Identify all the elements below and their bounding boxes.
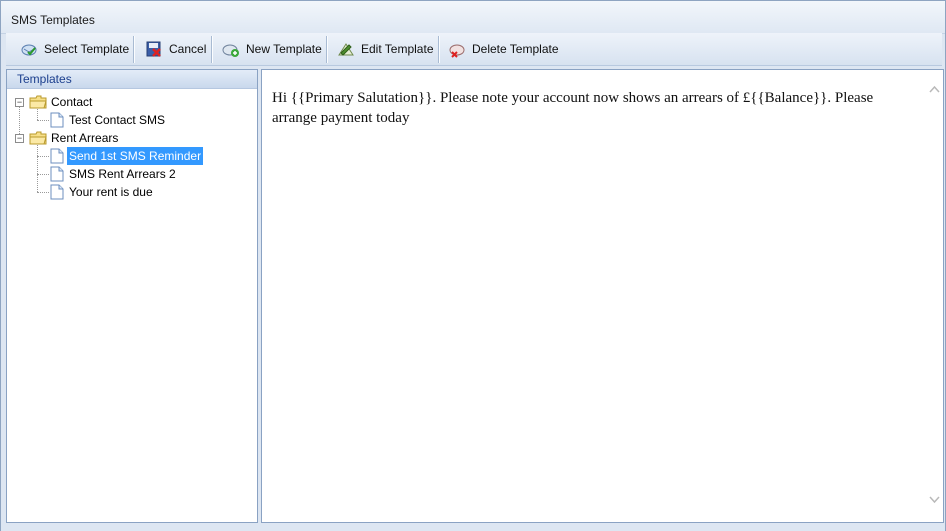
folder-label: Rent Arrears	[51, 131, 119, 145]
window-title: SMS Templates	[11, 13, 95, 27]
select-template-label: Select Template	[44, 42, 130, 56]
toolbar: Select Template Cancel New Template Edit…	[6, 33, 942, 66]
toolbar-separator	[438, 36, 440, 63]
template-label: SMS Rent Arrears 2	[69, 167, 176, 181]
tree-connector	[37, 174, 49, 175]
rent-arrears-expander[interactable]: −	[15, 134, 24, 143]
template-label: Test Contact SMS	[69, 113, 166, 127]
delete-template-label: Delete Template	[472, 42, 559, 56]
template-label-selected: Send 1st SMS Reminder	[67, 147, 204, 165]
scroll-up-arrow-icon[interactable]	[929, 84, 940, 95]
template-preview-panel[interactable]: Hi {{Primary Salutation}}. Please note y…	[261, 69, 944, 523]
edit-template-label: Edit Template	[361, 42, 434, 56]
document-icon	[50, 166, 64, 182]
tree-item-sms-rent-arrears-2[interactable]: SMS Rent Arrears 2	[50, 165, 178, 183]
tree-item-send-1st-sms-reminder[interactable]: Send 1st SMS Reminder	[50, 147, 204, 165]
document-icon	[50, 112, 64, 128]
folder-icon	[29, 131, 47, 145]
templates-header: Templates	[7, 70, 257, 89]
edit-template-button[interactable]: Edit Template	[337, 37, 434, 61]
toolbar-separator	[326, 36, 328, 63]
tree-folder-contact[interactable]: Contact	[29, 93, 94, 111]
cancel-label: Cancel	[169, 42, 207, 56]
select-template-icon	[21, 44, 37, 56]
title-bar: SMS Templates	[1, 1, 945, 34]
toolbar-separator	[133, 36, 135, 63]
folder-icon	[29, 95, 47, 109]
tree-connector	[37, 120, 49, 121]
template-label: Your rent is due	[69, 185, 153, 199]
contact-expander[interactable]: −	[15, 98, 24, 107]
select-template-button[interactable]: Select Template	[20, 37, 129, 61]
cancel-button[interactable]: Cancel	[145, 37, 206, 61]
sms-templates-window: SMS Templates Select Template Cancel New…	[0, 0, 946, 531]
folder-label: Contact	[51, 95, 93, 109]
toolbar-separator	[211, 36, 213, 63]
scroll-down-arrow-icon[interactable]	[929, 494, 940, 505]
delete-template-button[interactable]: Delete Template	[448, 37, 559, 61]
tree-folder-rent-arrears[interactable]: Rent Arrears	[29, 129, 120, 147]
template-message-text[interactable]: Hi {{Primary Salutation}}. Please note y…	[272, 88, 912, 128]
edit-template-icon	[338, 43, 354, 56]
cancel-icon	[146, 41, 161, 57]
new-template-label: New Template	[246, 42, 322, 56]
templates-panel: Templates − Contact Test Contact SMS − R…	[6, 69, 258, 523]
preview-vertical-scrollbar[interactable]	[926, 70, 943, 522]
tree-item-test-contact-sms[interactable]: Test Contact SMS	[50, 111, 167, 129]
new-template-button[interactable]: New Template	[222, 37, 322, 61]
tree-connector	[37, 192, 49, 193]
status-bar	[1, 524, 945, 531]
new-template-icon	[222, 44, 239, 57]
document-icon	[50, 148, 64, 164]
tree-item-your-rent-is-due[interactable]: Your rent is due	[50, 183, 155, 201]
document-icon	[50, 184, 64, 200]
delete-template-icon	[449, 44, 465, 58]
tree-connector	[37, 156, 49, 157]
